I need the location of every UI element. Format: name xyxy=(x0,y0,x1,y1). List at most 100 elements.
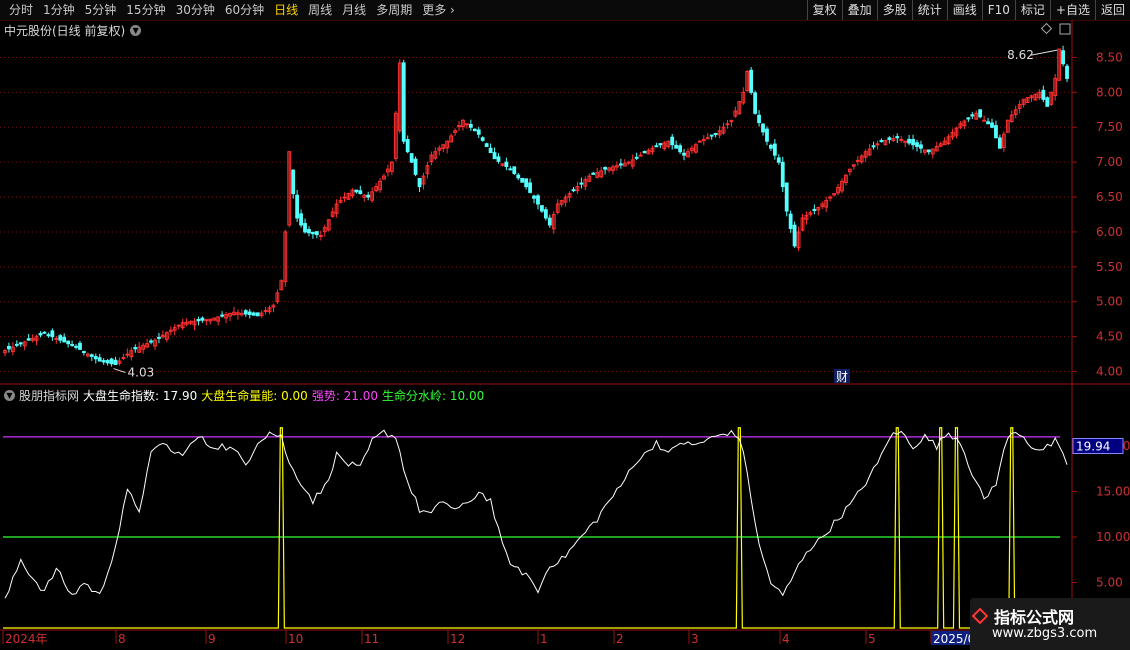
candle-body xyxy=(54,337,59,340)
candle-body xyxy=(919,144,923,149)
candle-body xyxy=(1045,97,1050,107)
candle-body xyxy=(496,156,501,162)
price-tick-label: 6.00 xyxy=(1096,225,1123,239)
candle-body xyxy=(243,310,248,315)
candle-body xyxy=(907,138,912,144)
candle-body xyxy=(579,182,584,185)
candle-body xyxy=(413,158,418,175)
candle-body xyxy=(591,172,596,175)
candle-body xyxy=(295,194,300,219)
candle-body xyxy=(512,166,517,174)
candle-body xyxy=(828,196,833,199)
candle-body xyxy=(634,156,639,159)
candle-body xyxy=(488,147,493,154)
price-tick-label: 8.00 xyxy=(1096,85,1123,99)
stock-chart[interactable]: 8.50 8.00 7.50 7.00 6.50 6.00 5.50 5.00 4.50 4.00… xyxy=(0,0,1130,650)
candle-body xyxy=(62,336,67,343)
candle-body xyxy=(492,152,497,160)
candle-body xyxy=(670,136,675,146)
candle-body xyxy=(50,330,55,338)
high-price-label: 8.62 xyxy=(1007,48,1034,62)
volume-line xyxy=(3,427,1068,629)
candle-body xyxy=(93,356,98,360)
candle-body xyxy=(196,318,201,322)
candle-body xyxy=(709,134,714,137)
event-marker: 财 xyxy=(836,370,848,384)
candle-body xyxy=(504,161,509,168)
candle-body xyxy=(1041,89,1046,100)
candle-body xyxy=(749,69,754,93)
diamond-icon xyxy=(1040,22,1053,35)
candle-body xyxy=(986,121,990,125)
candle-body xyxy=(133,347,138,350)
candle-body xyxy=(247,311,252,316)
candle-body xyxy=(658,143,663,146)
candle-body xyxy=(638,154,643,157)
candle-body xyxy=(879,140,884,143)
time-axis-label: 2024年 xyxy=(5,632,48,646)
candle-body xyxy=(532,195,536,199)
candle-body xyxy=(1065,65,1069,79)
candle-body xyxy=(38,333,43,336)
candle-body xyxy=(536,195,540,205)
time-axis-label: 11 xyxy=(364,632,379,646)
candle-body xyxy=(291,169,296,195)
candle-body xyxy=(705,137,710,140)
candle-body xyxy=(871,145,876,148)
candle-body xyxy=(899,138,904,141)
candle-body xyxy=(765,128,769,142)
candle-body xyxy=(642,150,647,154)
candle-body xyxy=(220,314,225,317)
candle-body xyxy=(966,117,971,120)
candle-body xyxy=(674,144,679,149)
time-axis-label: 3 xyxy=(691,632,699,646)
watermark: 指标公式网 www.zbgs3.com xyxy=(970,598,1130,650)
watermark-logo-icon xyxy=(972,608,988,624)
candle-body xyxy=(855,159,860,162)
candle-body xyxy=(318,234,323,237)
indicator-tick-label: 5.00 xyxy=(1096,575,1123,589)
candle-body xyxy=(772,143,777,156)
candle-body xyxy=(101,360,106,363)
candle-body xyxy=(970,114,975,117)
time-axis-label: 12 xyxy=(450,632,465,646)
candle-body xyxy=(516,174,521,179)
candle-body xyxy=(263,309,268,312)
candle-body xyxy=(255,312,260,317)
indicator-tick-label: 15.00 xyxy=(1096,484,1130,498)
candle-body xyxy=(524,178,529,188)
candle-body xyxy=(982,119,987,122)
window-icon xyxy=(1059,23,1071,35)
candle-body xyxy=(14,343,19,346)
time-axis-label: 5 xyxy=(868,632,876,646)
candle-body xyxy=(354,189,359,193)
candle-body xyxy=(784,182,789,212)
candle-body xyxy=(508,168,513,171)
candle-body xyxy=(113,359,118,366)
candle-body xyxy=(484,143,489,147)
candle-body xyxy=(654,145,659,148)
price-tick-label: 7.00 xyxy=(1096,155,1123,169)
candle-body xyxy=(678,145,683,153)
candle-body xyxy=(251,312,256,316)
candle-body xyxy=(895,136,900,139)
candle-body xyxy=(618,163,623,166)
candle-body xyxy=(307,229,311,234)
candle-body xyxy=(121,357,126,360)
candle-body xyxy=(887,137,892,140)
candle-body xyxy=(66,340,71,345)
candle-body xyxy=(405,139,410,153)
high-pointer xyxy=(1031,49,1058,56)
time-axis-label: 1 xyxy=(540,632,548,646)
current-value-badge: 19.94 xyxy=(1076,440,1110,454)
low-pointer xyxy=(113,368,126,374)
candle-body xyxy=(314,231,319,236)
candle-body xyxy=(753,92,758,114)
candle-body xyxy=(303,223,307,233)
candle-body xyxy=(70,343,74,346)
candle-body xyxy=(465,123,469,126)
candle-body xyxy=(200,317,205,321)
candle-body xyxy=(476,129,481,135)
candle-body xyxy=(788,213,793,229)
candle-body xyxy=(528,182,532,193)
